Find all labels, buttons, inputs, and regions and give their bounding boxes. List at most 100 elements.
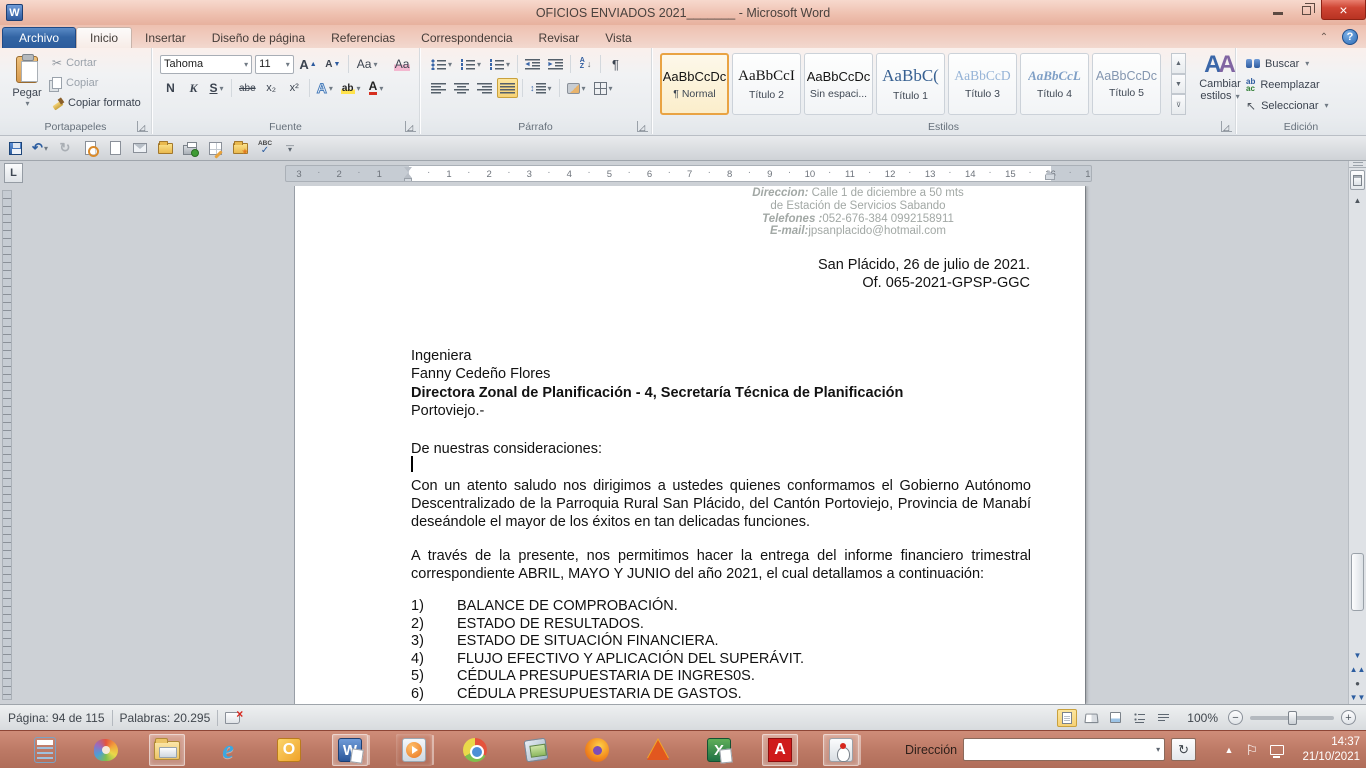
taskbar-outlook-icon[interactable]: O xyxy=(271,734,307,766)
font-size-combo[interactable]: 11▾ xyxy=(255,55,294,74)
shrink-font-button[interactable]: A▼ xyxy=(322,54,343,74)
taskbar-clock[interactable]: 14:37 21/10/2021 xyxy=(1302,735,1360,765)
align-center-button[interactable] xyxy=(451,78,472,98)
minimize-button[interactable] xyxy=(1263,0,1292,20)
style-titulo-1[interactable]: AaBbC(Título 1 xyxy=(876,53,945,115)
quick-print-button[interactable] xyxy=(181,139,199,157)
change-case-button[interactable]: Aa▾ xyxy=(354,54,380,74)
spelling-button[interactable]: ABC✓ xyxy=(256,139,274,157)
taskbar-scanner-icon[interactable] xyxy=(518,734,554,766)
scrollbar-thumb[interactable] xyxy=(1351,553,1364,611)
show-hidden-icons-button[interactable]: ▲ xyxy=(1225,745,1234,755)
help-icon[interactable]: ? xyxy=(1342,29,1358,45)
style-normal[interactable]: AaBbCcDc¶ Normal xyxy=(660,53,729,115)
italic-button[interactable]: K xyxy=(183,78,204,98)
select-browse-object-button[interactable]: ● xyxy=(1355,676,1360,690)
scroll-down-button[interactable]: ▼ xyxy=(1354,648,1362,662)
paste-button[interactable]: Pegar ▾ xyxy=(6,52,48,124)
increase-indent-button[interactable] xyxy=(545,54,566,74)
font-color-button[interactable]: A▾ xyxy=(366,78,387,98)
view-ruler-toggle[interactable] xyxy=(1350,170,1365,190)
page-indicator[interactable]: Página: 94 de 115 xyxy=(8,711,105,725)
address-dropdown-icon[interactable]: ▾ xyxy=(1156,745,1160,754)
action-center-flag-icon[interactable]: ⚐ xyxy=(1245,742,1258,759)
indent-markers-left[interactable] xyxy=(403,167,413,182)
strikethrough-button[interactable]: abe xyxy=(236,78,259,98)
tab-vista[interactable]: Vista xyxy=(592,27,644,48)
vertical-ruler[interactable] xyxy=(2,190,12,700)
superscript-button[interactable]: x² xyxy=(284,78,305,98)
taskbar-java-icon[interactable] xyxy=(823,734,859,766)
format-painter-button[interactable]: Copiar formato xyxy=(52,94,141,111)
send-mail-button[interactable] xyxy=(131,139,149,157)
taskbar-calculator-icon[interactable] xyxy=(27,734,63,766)
taskbar-word-icon[interactable]: W xyxy=(332,734,368,766)
bold-button[interactable]: N xyxy=(160,78,181,98)
draft-view-button[interactable] xyxy=(1153,709,1173,727)
cut-button[interactable]: ✂Cortar xyxy=(52,54,141,71)
zoom-slider[interactable] xyxy=(1250,716,1334,720)
vertical-scrollbar[interactable]: ▲ ▼ ▲▲ ● ▼▼ xyxy=(1348,161,1366,704)
scroll-up-button[interactable]: ▲ xyxy=(1349,192,1366,208)
undo-button[interactable]: ↶▾ xyxy=(31,139,49,157)
print-layout-view-button[interactable] xyxy=(1057,709,1077,727)
outline-view-button[interactable] xyxy=(1129,709,1149,727)
decrease-indent-button[interactable] xyxy=(522,54,543,74)
collapse-ribbon-icon[interactable]: ⌃ xyxy=(1316,32,1332,43)
align-right-button[interactable] xyxy=(474,78,495,98)
fullscreen-reading-view-button[interactable] xyxy=(1081,709,1101,727)
justify-button[interactable] xyxy=(497,78,518,98)
split-handle[interactable] xyxy=(1349,161,1366,168)
next-page-button[interactable]: ▼▼ xyxy=(1350,690,1366,704)
borders-button[interactable]: ▾ xyxy=(591,78,616,98)
indent-marker-right[interactable] xyxy=(1044,170,1054,180)
tab-correspondencia[interactable]: Correspondencia xyxy=(408,27,525,48)
text-effects-button[interactable]: A▾ xyxy=(314,78,336,98)
previous-page-button[interactable]: ▲▲ xyxy=(1350,662,1366,676)
align-left-button[interactable] xyxy=(428,78,449,98)
word-count[interactable]: Palabras: 20.295 xyxy=(120,711,211,725)
tab-diseno-de-pagina[interactable]: Diseño de página xyxy=(199,27,318,48)
taskbar-internet-explorer-icon[interactable]: e xyxy=(210,734,246,766)
find-button[interactable]: Buscar▾ xyxy=(1246,55,1329,72)
taskbar-paint-icon[interactable] xyxy=(88,734,124,766)
taskbar-chrome-icon[interactable] xyxy=(457,734,493,766)
folder-options-button[interactable] xyxy=(231,139,249,157)
close-button[interactable]: × xyxy=(1321,0,1366,20)
bullets-button[interactable]: ▾ xyxy=(428,54,455,74)
redo-button[interactable]: ↻ xyxy=(56,139,74,157)
web-layout-view-button[interactable] xyxy=(1105,709,1125,727)
address-input[interactable] xyxy=(964,740,1155,759)
style-sin-espaciado[interactable]: AaBbCcDcSin espaci... xyxy=(804,53,873,115)
print-preview-button[interactable] xyxy=(81,139,99,157)
new-document-button[interactable] xyxy=(106,139,124,157)
style-titulo-5[interactable]: AaBbCcDcTítulo 5 xyxy=(1092,53,1161,115)
zoom-slider-thumb[interactable] xyxy=(1288,711,1297,725)
styles-scroll-down[interactable]: ▼ xyxy=(1171,74,1186,95)
taskbar-excel-icon[interactable]: X xyxy=(701,734,737,766)
tab-stop-selector[interactable]: L xyxy=(4,163,23,183)
numbering-button[interactable]: ▾ xyxy=(457,54,484,74)
tab-archivo[interactable]: Archivo xyxy=(2,27,76,48)
parrafo-dialog-launcher[interactable]: ◿ xyxy=(637,121,648,132)
taskbar-autocad-icon[interactable]: A xyxy=(762,734,798,766)
styles-scroll-up[interactable]: ▲ xyxy=(1171,53,1186,74)
network-icon[interactable] xyxy=(1270,745,1284,755)
tab-revisar[interactable]: Revisar xyxy=(526,27,593,48)
tab-insertar[interactable]: Insertar xyxy=(132,27,199,48)
copy-button[interactable]: Copiar xyxy=(52,74,141,91)
highlight-button[interactable]: ab▾ xyxy=(338,78,364,98)
restore-button[interactable] xyxy=(1292,0,1321,20)
open-button[interactable] xyxy=(156,139,174,157)
proofing-errors-icon[interactable] xyxy=(225,712,240,724)
show-marks-button[interactable]: ¶ xyxy=(605,54,626,74)
zoom-level[interactable]: 100% xyxy=(1187,711,1218,725)
qat-overflow-button[interactable]: —▾ xyxy=(281,139,299,157)
select-button[interactable]: ↖Seleccionar▾ xyxy=(1246,97,1329,114)
shading-button[interactable]: ▾ xyxy=(564,78,589,98)
zoom-out-button[interactable]: − xyxy=(1228,710,1243,725)
horizontal-ruler[interactable]: 321 1234567891011121314151617 xyxy=(285,165,1092,182)
taskbar-nero-icon[interactable] xyxy=(640,734,676,766)
address-go-button[interactable]: ↻ xyxy=(1171,738,1196,761)
taskbar-explorer-icon[interactable] xyxy=(149,734,185,766)
